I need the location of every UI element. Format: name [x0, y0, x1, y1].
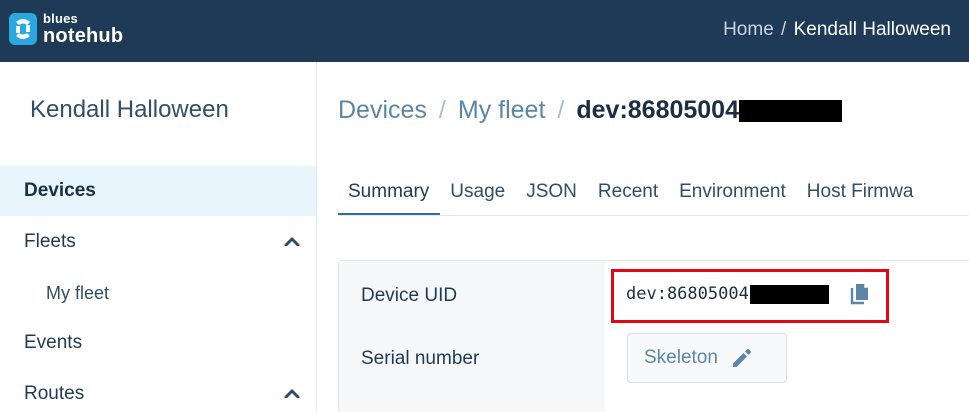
sidebar-item-label: Routes	[24, 383, 85, 404]
tab-json[interactable]: JSON	[516, 174, 588, 216]
tab-usage[interactable]: Usage	[440, 174, 516, 216]
sidebar-item-label: Devices	[24, 180, 96, 201]
breadcrumb-separator: /	[781, 19, 787, 40]
breadcrumb-fleet-link[interactable]: My fleet	[458, 96, 546, 125]
breadcrumb-separator: /	[438, 96, 446, 124]
serial-number-edit-button[interactable]: Skeleton	[627, 333, 787, 383]
main-content: Devices / My fleet / dev:86805004 Summar…	[318, 62, 969, 412]
tabs-divider	[338, 215, 969, 216]
sidebar-item-my-fleet[interactable]: My fleet	[0, 268, 316, 318]
sidebar-item-devices[interactable]: Devices	[0, 166, 316, 216]
sidebar-item-routes[interactable]: Routes	[0, 369, 316, 412]
breadcrumb-separator: /	[557, 96, 565, 124]
redaction-bar	[739, 99, 842, 122]
sidebar-item-label: Fleets	[24, 231, 76, 252]
sidebar-item-label: Events	[24, 332, 83, 353]
tab-host-firmware[interactable]: Host Firmwa	[797, 174, 925, 216]
tab-summary[interactable]: Summary	[338, 174, 441, 216]
device-uid-text: dev:86805004	[626, 284, 749, 304]
sidebar-item-fleets[interactable]: Fleets	[0, 217, 316, 267]
project-title: Kendall Halloween	[30, 96, 229, 123]
breadcrumb-home-link[interactable]: Home	[723, 19, 774, 40]
pencil-icon	[732, 348, 752, 367]
device-uid-label: Device UID	[361, 285, 458, 306]
redaction-bar	[749, 284, 829, 304]
top-bar: blues notehub Home / Kendall Halloween	[0, 0, 969, 62]
logo-big-text: notehub	[43, 25, 124, 47]
tab-environment[interactable]: Environment	[669, 174, 797, 216]
blues-notehub-logo[interactable]: blues notehub	[8, 12, 123, 46]
copy-icon[interactable]	[849, 282, 871, 306]
chevron-up-icon[interactable]	[284, 236, 300, 246]
sidebar-item-label: My fleet	[46, 282, 110, 303]
sidebar: Kendall Halloween Devices Fleets My flee…	[0, 62, 317, 412]
serial-number-label: Serial number	[361, 348, 480, 369]
logo-small-text: blues	[43, 11, 78, 26]
chevron-up-icon[interactable]	[284, 388, 300, 398]
device-tabs: Summary Usage JSON Recent Environment Ho…	[338, 174, 924, 216]
serial-number-value: Skeleton	[644, 347, 718, 368]
header-breadcrumb: Home / Kendall Halloween	[723, 19, 951, 41]
device-uid-value: dev:86805004	[626, 284, 829, 304]
sidebar-item-events[interactable]: Events	[0, 318, 316, 368]
notehub-logo-icon	[9, 13, 37, 45]
breadcrumb-device-id: dev:86805004	[576, 96, 739, 124]
breadcrumb-project: Kendall Halloween	[793, 19, 951, 40]
tab-recent[interactable]: Recent	[588, 174, 669, 216]
breadcrumb-devices-link[interactable]: Devices	[338, 96, 427, 125]
summary-labels-column: Device UID Serial number	[339, 261, 605, 412]
page-breadcrumb: Devices / My fleet / dev:86805004	[338, 96, 842, 125]
